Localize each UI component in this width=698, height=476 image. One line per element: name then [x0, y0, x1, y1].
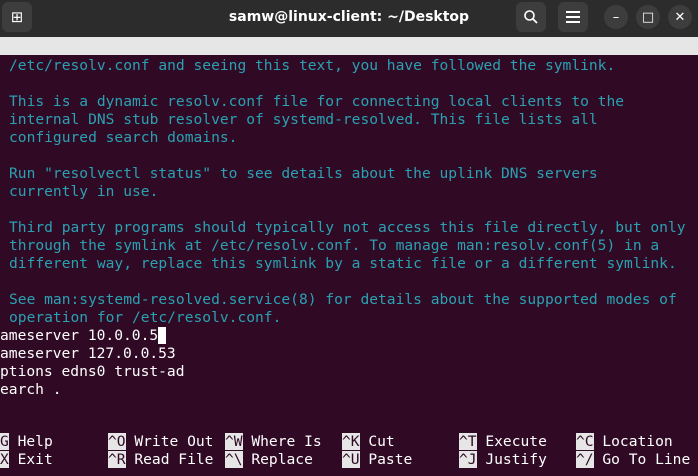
minimize-button[interactable]: – — [604, 5, 628, 29]
nano-filename: /etc/resolv.conf * — [298, 73, 457, 90]
comment-line: different way, replace this symlink by a… — [9, 255, 677, 272]
shortcut-key: ^W — [225, 433, 243, 450]
shortcut-execute[interactable]: ^T Execute — [459, 433, 547, 451]
search-button[interactable] — [516, 2, 546, 32]
shortcut-paste[interactable]: ^U Paste — [342, 451, 412, 469]
shortcut-where-is[interactable]: ^W Where Is — [225, 433, 322, 451]
shortcut-key: X — [0, 451, 9, 468]
shortcut-label: Replace — [242, 451, 313, 468]
close-icon: ✕ — [674, 9, 686, 25]
shortcut-key: ^T — [459, 433, 477, 450]
comment-line: internal DNS stub resolver of systemd-re… — [9, 111, 598, 128]
config-line-text: earch . — [0, 381, 62, 398]
comment-line: through the symlink at /etc/resolv.conf.… — [9, 237, 660, 254]
comment-line: Run "resolvectl status" to see details a… — [9, 165, 598, 182]
menu-button[interactable] — [558, 2, 588, 32]
shortcut-key: ^K — [342, 433, 360, 450]
shortcut-read-file[interactable]: ^R Read File — [108, 451, 213, 469]
shortcut-justify[interactable]: ^J Justify — [459, 451, 547, 469]
shortcut-go-to-line[interactable]: ^/ Go To Line — [576, 451, 690, 469]
comment-line: This is a dynamic resolv.conf file for c… — [9, 93, 625, 110]
shortcut-label: Justify — [476, 451, 547, 468]
shortcut-exit[interactable]: X Exit — [0, 451, 53, 469]
shortcut-label: Cut — [359, 433, 395, 450]
minimize-icon: – — [612, 9, 620, 25]
shortcut-label: Help — [8, 433, 53, 450]
shortcut-label: Paste — [359, 451, 413, 468]
shortcut-key: ^R — [108, 451, 126, 468]
terminal-area[interactable]: GNU nano 6.2 /etc/resolv.conf * /etc/res… — [0, 37, 698, 476]
shortcut-key: ^C — [576, 433, 594, 450]
config-line-text: ameserver 127.0.0.53 — [0, 345, 176, 362]
comment-line: Third party programs should typically no… — [9, 219, 686, 236]
shortcut-key: G — [0, 433, 9, 450]
shortcut-cut[interactable]: ^K Cut — [342, 433, 395, 451]
config-line-text: ameserver 10.0.0.5 — [0, 327, 159, 344]
shortcut-label: Write Out — [125, 433, 214, 450]
shortcut-label: Execute — [476, 433, 547, 450]
comment-line: operation for /etc/resolv.conf. — [9, 309, 282, 326]
comment-line: See man:systemd-resolved.service(8) for … — [9, 291, 677, 308]
shortcut-label: Location — [593, 433, 673, 450]
hamburger-menu-icon — [566, 11, 580, 23]
comment-line: /etc/resolv.conf and seeing this text, y… — [9, 57, 616, 74]
config-line: ptions edns0 trust-ad — [0, 363, 185, 381]
shortcut-location[interactable]: ^C Location — [576, 433, 673, 451]
comment-line: currently in use. — [9, 183, 159, 200]
text-cursor — [158, 327, 167, 344]
config-line-text: ptions edns0 trust-ad — [0, 363, 185, 380]
shortcut-write-out[interactable]: ^O Write Out — [108, 433, 213, 451]
search-icon — [524, 10, 538, 24]
shortcut-label: Where Is — [242, 433, 322, 450]
config-line: earch . — [0, 381, 62, 399]
comment-line: configured search domains. — [9, 129, 238, 146]
config-line: ameserver 127.0.0.53 — [0, 345, 176, 363]
nano-header: GNU nano 6.2 /etc/resolv.conf * — [0, 37, 698, 90]
shortcut-key: ^\ — [225, 451, 243, 468]
shortcut-help[interactable]: G Help — [0, 433, 53, 451]
shortcut-replace[interactable]: ^\ Replace — [225, 451, 313, 469]
shortcut-key: ^O — [108, 433, 126, 450]
close-button[interactable]: ✕ — [668, 5, 692, 29]
window-title: samw@linux-client: ~/Desktop — [228, 9, 470, 25]
shortcut-key: ^J — [459, 451, 477, 468]
terminal-titlebar: ⊞ samw@linux-client: ~/Desktop – □ ✕ — [0, 0, 698, 37]
shortcut-label: Exit — [8, 451, 53, 468]
shortcut-label: Go To Line — [593, 451, 691, 468]
shortcut-key: ^U — [342, 451, 360, 468]
maximize-button[interactable]: □ — [636, 5, 660, 29]
config-line: ameserver 10.0.0.5 — [0, 327, 167, 345]
shortcut-label: Read File — [125, 451, 214, 468]
shortcut-key: ^/ — [576, 451, 594, 468]
maximize-icon: □ — [641, 9, 655, 25]
